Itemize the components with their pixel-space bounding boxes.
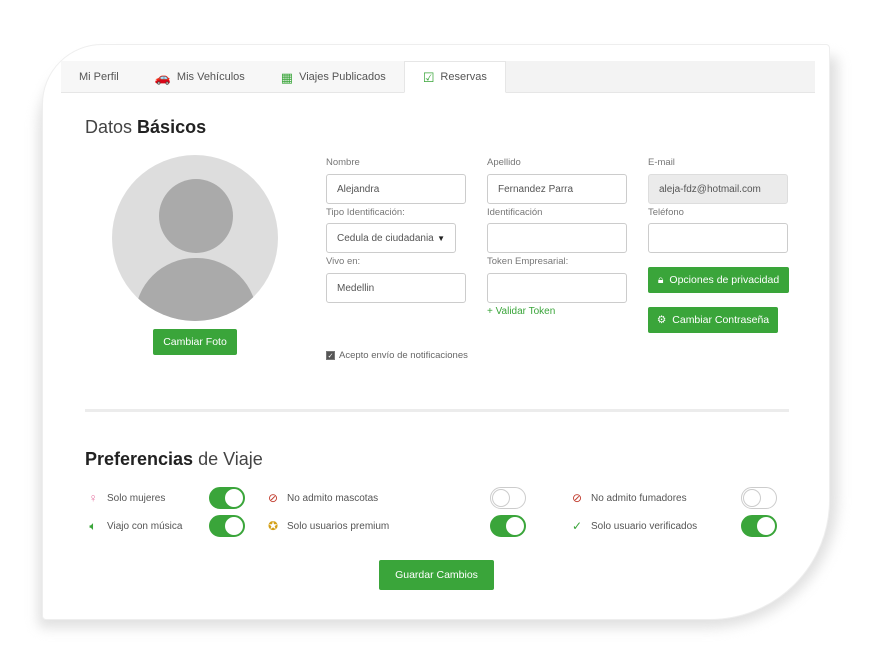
- email-field[interactable]: aleja-fdz@hotmail.com: [648, 174, 788, 204]
- basic-data-title: Datos Básicos: [85, 117, 206, 138]
- change-password-button[interactable]: ⚙ Cambiar Contraseña: [648, 307, 778, 333]
- avatar-body: [135, 258, 257, 321]
- tab-mis-vehiculos[interactable]: 🚗 Mis Vehículos: [137, 61, 263, 93]
- privacy-options-button[interactable]: 🔒︎ Opciones de privacidad: [648, 267, 789, 293]
- label-apellido: Apellido: [487, 157, 521, 168]
- tab-label: Reservas: [440, 71, 487, 83]
- link-label: Validar Token: [495, 306, 556, 317]
- label-tipo-id: Tipo Identificación:: [326, 207, 405, 218]
- caret-down-icon: ▼: [437, 233, 445, 243]
- tab-reservas[interactable]: ☑ Reservas: [403, 61, 506, 93]
- title-bold: Básicos: [137, 117, 207, 137]
- pref-label: No admito fumadores: [591, 492, 687, 504]
- pref-label: Solo usuario verificados: [591, 520, 698, 532]
- car-icon: 🚗: [154, 69, 171, 85]
- vivo-en-field[interactable]: Medellin: [326, 273, 466, 303]
- avatar-head: [159, 179, 233, 253]
- tab-viajes-publicados[interactable]: ▦ Viajes Publicados: [263, 61, 404, 93]
- toggle-no-mascotas[interactable]: [490, 487, 526, 509]
- check-square-icon: ☑: [422, 69, 435, 85]
- field-value: Medellin: [337, 282, 375, 294]
- pref-verificados: ✓ Solo usuario verificados: [569, 518, 697, 534]
- tab-label: Mi Perfil: [79, 71, 119, 83]
- toggle-verificados[interactable]: [741, 515, 777, 537]
- button-label: Cambiar Foto: [163, 336, 227, 348]
- pref-premium: ✪ Solo usuarios premium: [265, 518, 389, 534]
- label-identificacion: Identificación: [487, 207, 543, 218]
- toggle-musica[interactable]: [209, 515, 245, 537]
- tab-label: Viajes Publicados: [299, 71, 386, 83]
- title-bold: Preferencias: [85, 449, 194, 469]
- button-label: Guardar Cambios: [395, 569, 478, 581]
- checkmark-icon: ✓: [571, 519, 583, 533]
- telefono-field[interactable]: [648, 223, 788, 253]
- pref-no-mascotas: ⊘ No admito mascotas: [265, 490, 378, 506]
- label-email: E-mail: [648, 157, 675, 168]
- pref-label: Solo mujeres: [107, 492, 166, 504]
- female-icon: ♀: [88, 491, 98, 505]
- tab-mi-perfil[interactable]: Mi Perfil: [61, 61, 137, 93]
- avatar: [112, 155, 278, 321]
- toggle-solo-mujeres[interactable]: [209, 487, 245, 509]
- plus-icon: +: [487, 306, 493, 317]
- profile-card: Mi Perfil 🚗 Mis Vehículos ▦ Viajes Publi…: [42, 44, 830, 620]
- no-smoking-icon: ⊘: [571, 491, 583, 505]
- validate-token-link[interactable]: + Validar Token: [487, 306, 555, 317]
- label-nombre: Nombre: [326, 157, 360, 168]
- label-vivo-en: Vivo en:: [326, 256, 361, 267]
- change-photo-button[interactable]: Cambiar Foto: [153, 329, 237, 355]
- save-changes-button[interactable]: Guardar Cambios: [379, 560, 494, 590]
- pref-musica: 🔈︎ Viajo con música: [85, 518, 182, 534]
- tab-bar: Mi Perfil 🚗 Mis Vehículos ▦ Viajes Publi…: [61, 61, 815, 93]
- notifications-checkbox[interactable]: ✓ Acepto envío de notificaciones: [326, 350, 468, 361]
- tab-label: Mis Vehículos: [176, 71, 245, 83]
- map-icon: ▦: [280, 69, 294, 85]
- toggle-premium[interactable]: [490, 515, 526, 537]
- tab-bar-filler: [505, 61, 815, 92]
- pref-label: Solo usuarios premium: [287, 520, 390, 532]
- no-pets-icon: ⊘: [267, 491, 279, 505]
- field-value: Alejandra: [337, 183, 380, 195]
- apellido-field[interactable]: Fernandez Parra: [487, 174, 627, 204]
- field-value: aleja-fdz@hotmail.com: [659, 183, 761, 195]
- premium-badge-icon: ✪: [267, 519, 279, 533]
- toggle-no-fumadores[interactable]: [741, 487, 777, 509]
- pref-label: Viajo con música: [107, 520, 183, 532]
- speaker-icon: 🔈︎: [89, 518, 97, 533]
- select-value: Cedula de ciudadania: [337, 232, 434, 244]
- gear-icon: ⚙: [656, 314, 667, 326]
- pref-no-fumadores: ⊘ No admito fumadores: [569, 490, 687, 506]
- lock-icon: 🔒︎: [657, 273, 664, 286]
- preferences-title: Preferencias de Viaje: [85, 449, 263, 470]
- section-divider: [85, 409, 789, 412]
- pref-solo-mujeres: ♀ Solo mujeres: [85, 490, 166, 506]
- button-label: Cambiar Contraseña: [672, 314, 770, 326]
- field-value: Fernandez Parra: [498, 183, 574, 195]
- checkbox-label: Acepto envío de notificaciones: [339, 350, 468, 361]
- button-label: Opciones de privacidad: [669, 274, 780, 286]
- label-telefono: Teléfono: [648, 207, 684, 218]
- title-light: de Viaje: [198, 449, 263, 469]
- nombre-field[interactable]: Alejandra: [326, 174, 466, 204]
- tipo-id-select[interactable]: Cedula de ciudadania ▼: [326, 223, 456, 253]
- identificacion-field[interactable]: [487, 223, 627, 253]
- title-light: Datos: [85, 117, 133, 137]
- token-field[interactable]: [487, 273, 627, 303]
- label-token: Token Empresarial:: [487, 256, 569, 267]
- checkbox-icon: ✓: [326, 351, 335, 360]
- pref-label: No admito mascotas: [287, 492, 379, 504]
